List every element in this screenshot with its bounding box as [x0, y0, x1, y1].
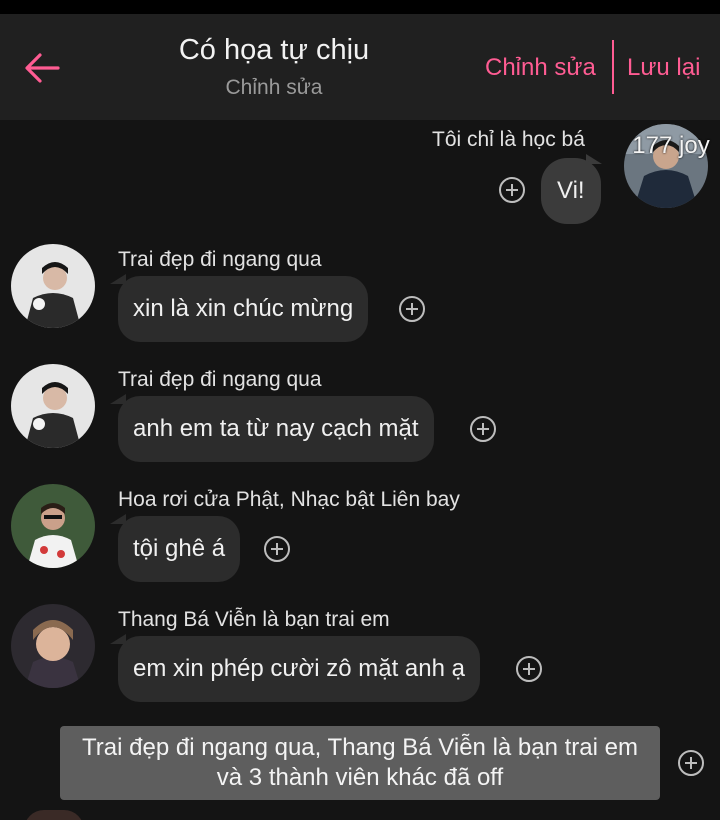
sender-name: Trai đẹp đi ngang qua [118, 368, 322, 391]
save-button[interactable]: Lưu lại [627, 54, 700, 82]
status-bar [0, 0, 720, 14]
add-reaction-icon[interactable] [264, 536, 290, 562]
add-reaction-icon[interactable] [678, 750, 704, 776]
message-list[interactable]: Tôi chỉ là học bá Vi! 177 joy Trai đẹp đ… [0, 120, 720, 820]
add-reaction-icon[interactable] [399, 296, 425, 322]
sender-avatar[interactable] [11, 604, 95, 688]
chat-subtitle: Chỉnh sửa [225, 76, 323, 99]
system-notice: Trai đẹp đi ngang qua, Thang Bá Viễn là … [60, 726, 660, 800]
header-divider [612, 40, 614, 94]
sender-avatar [24, 810, 84, 820]
add-reaction-icon[interactable] [499, 177, 525, 203]
add-reaction-icon[interactable] [516, 656, 542, 682]
own-message-bubble[interactable]: Vi! [541, 158, 601, 224]
message-bubble[interactable]: xin là xin chúc mừng [118, 276, 369, 342]
chat-title: Có họa tự chịu [178, 34, 370, 66]
message-bubble[interactable]: anh em ta từ nay cạch mặt [118, 396, 434, 462]
sender-name: Trai đẹp đi ngang qua [118, 248, 322, 271]
own-sender-name: Tôi chỉ là học bá [432, 128, 585, 151]
own-avatar-label: 177 joy [632, 132, 710, 159]
sender-avatar[interactable] [11, 244, 95, 328]
sender-avatar[interactable] [11, 484, 95, 568]
sender-name: Hoa rơi cửa Phật, Nhạc bật Liên bay [118, 488, 460, 511]
sender-name: Thang Bá Viễn là bạn trai em [118, 608, 390, 631]
add-reaction-icon[interactable] [470, 416, 496, 442]
message-bubble[interactable]: em xin phép cười zô mặt anh ạ [118, 636, 480, 702]
edit-button[interactable]: Chỉnh sửa [485, 54, 596, 82]
chat-header: Có họa tự chịu Chỉnh sửa Chỉnh sửa Lưu l… [0, 14, 720, 120]
message-bubble[interactable]: tội ghê á [118, 516, 241, 582]
sender-avatar[interactable] [11, 364, 95, 448]
